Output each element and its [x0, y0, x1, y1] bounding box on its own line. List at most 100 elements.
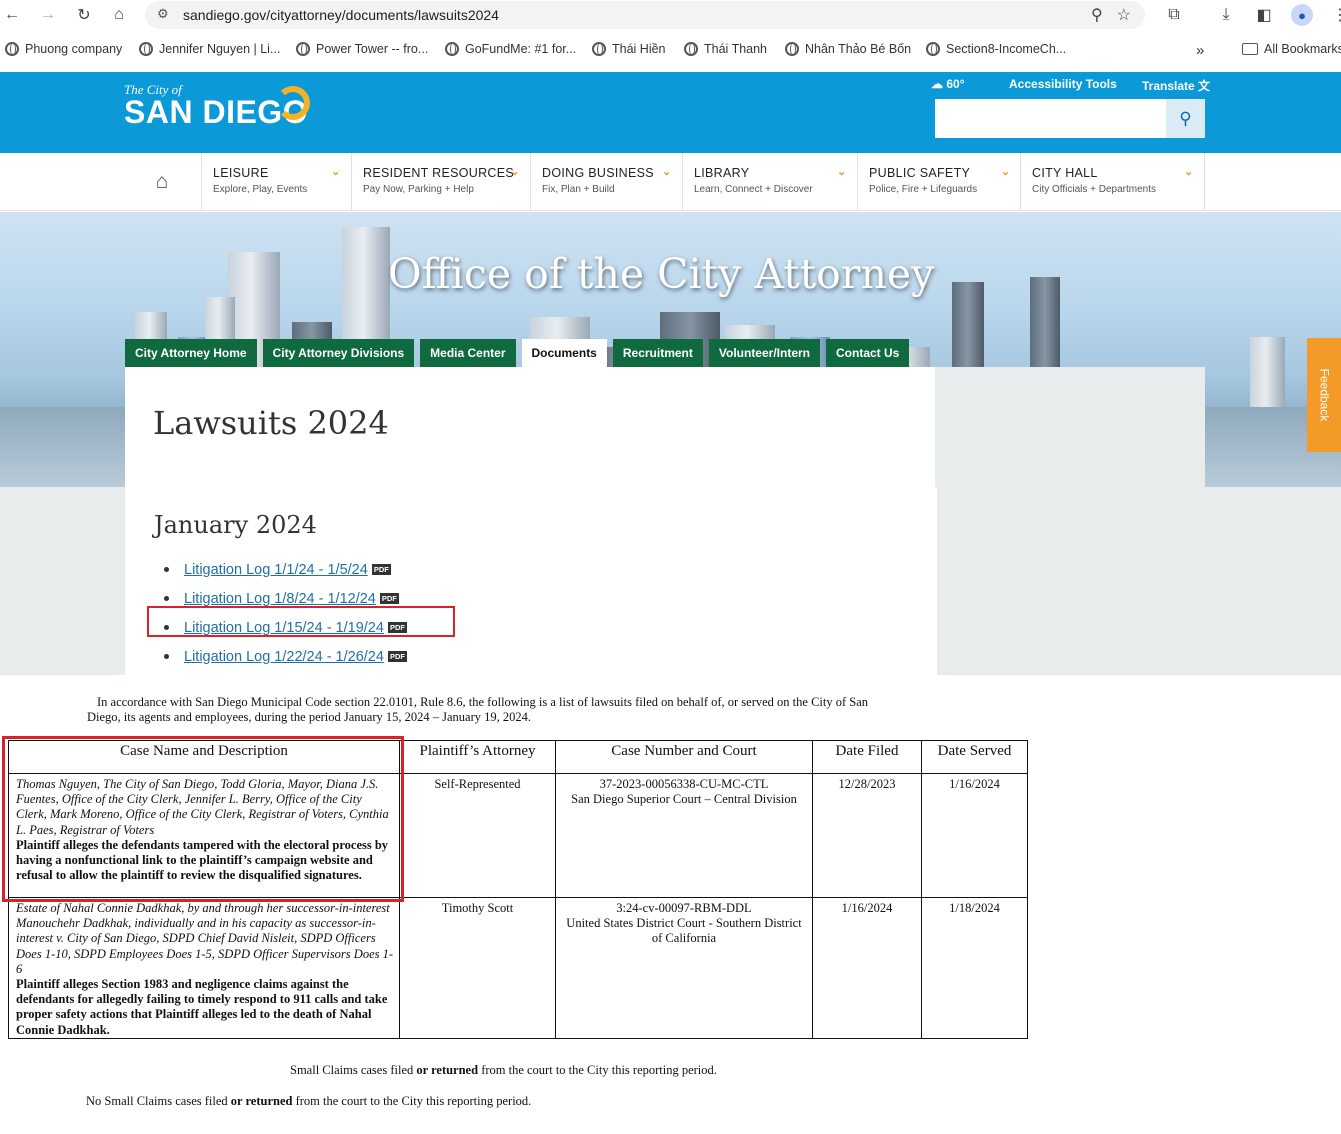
tab-volunteer-intern[interactable]: Volunteer/Intern [708, 339, 820, 367]
tab-city-attorney-divisions[interactable]: City Attorney Divisions [262, 339, 415, 367]
pdf-icon: PDF [371, 564, 391, 575]
nav-city-hall[interactable]: CITY HALL City Officials + Departments ⌄ [1020, 153, 1205, 211]
bookmark-star-icon[interactable]: ☆ [1117, 5, 1131, 25]
search-icon[interactable]: ⚲ [1166, 99, 1205, 138]
bookmark-item[interactable]: GoFundMe: #1 for... [445, 42, 576, 56]
nav-library[interactable]: LIBRARY Learn, Connect + Discover ⌄ [682, 153, 858, 211]
small-claims-note: Small Claims cases filed or returned fro… [290, 1063, 717, 1077]
table-row: Estate of Nahal Connie Dadkhak, by and t… [8, 897, 1028, 1039]
column-header: Plaintiff’s Attorney [399, 740, 556, 774]
case-name: Estate of Nahal Connie Dadkhak, by and t… [16, 901, 394, 976]
profile-icon[interactable]: ● [1290, 3, 1314, 27]
case-number: 3:24-cv-00097-RBM-DDL [616, 901, 752, 915]
date-filed-cell: 1/16/2024 [812, 897, 922, 1039]
globe-icon [592, 42, 606, 56]
intro-paragraph-line: Diego, its agents and employees, during … [87, 710, 532, 724]
section-heading: January 2024 [154, 511, 317, 539]
reload-icon[interactable]: ↻ [72, 3, 96, 27]
nav-leisure[interactable]: LEISURE Explore, Play, Events ⌄ [201, 153, 351, 211]
pdf-icon: PDF [387, 651, 407, 662]
date-served-cell: 1/16/2024 [921, 773, 1028, 898]
column-header: Case Number and Court [555, 740, 813, 774]
department-subnav: City Attorney Home City Attorney Divisio… [125, 339, 915, 367]
bookmark-item[interactable]: Nhân Thảo Bé Bốn [785, 42, 911, 56]
zoom-icon[interactable]: ⚲ [1091, 5, 1103, 25]
case-number-cell: 37-2023-00056338-CU-MC-CTL San Diego Sup… [555, 773, 813, 898]
bookmark-item[interactable]: Phuong company [5, 42, 122, 56]
chevron-down-icon: ⌄ [510, 166, 520, 178]
site-header: The City of SAN DIEGO ☁ 60° Accessibilit… [0, 72, 1341, 153]
site-search-input[interactable] [935, 99, 1167, 138]
case-number-cell: 3:24-cv-00097-RBM-DDL United States Dist… [555, 897, 813, 1039]
hero-title: Office of the City Attorney [388, 250, 935, 298]
tab-city-attorney-home[interactable]: City Attorney Home [125, 339, 257, 367]
litigation-log-link[interactable]: Litigation Log 1/22/24 - 1/26/24 [184, 649, 384, 665]
forward-icon[interactable]: → [36, 3, 60, 27]
downloads-icon[interactable]: ⤓ [1214, 3, 1238, 27]
extensions-icon[interactable]: ⧉ [1162, 3, 1186, 27]
all-bookmarks[interactable]: All Bookmarks [1242, 42, 1341, 56]
translate-link[interactable]: Translate 文 [1142, 77, 1210, 94]
court: United States District Court - Southern … [566, 916, 802, 946]
accessibility-tools-link[interactable]: Accessibility Tools [1009, 77, 1117, 91]
nav-public-safety[interactable]: PUBLIC SAFETY Police, Fire + Lifeguards … [857, 153, 1021, 211]
back-icon[interactable]: ← [0, 3, 24, 27]
translate-icon: 文 [1198, 79, 1211, 93]
site-info-icon[interactable]: ⚙ [157, 6, 169, 22]
globe-icon [139, 42, 153, 56]
page-title: Lawsuits 2024 [153, 404, 389, 442]
browser-toolbar: ← → ↻ ⌂ ⚙ sandiego.gov/cityattorney/docu… [0, 0, 1341, 30]
case-description: Plaintiff alleges Section 1983 and negli… [16, 977, 388, 1037]
side-panel-icon[interactable]: ◧ [1252, 3, 1276, 27]
globe-icon [445, 42, 459, 56]
highlight-box [147, 606, 455, 637]
nav-resident-resources[interactable]: RESIDENT RESOURCES Pay Now, Parking + He… [351, 153, 531, 211]
menu-icon[interactable]: ⋮ [1328, 3, 1341, 27]
list-item: Litigation Log 1/1/24 - 1/5/24 PDF [164, 555, 407, 584]
page-gutter-left [0, 487, 127, 675]
tab-recruitment[interactable]: Recruitment [612, 339, 703, 367]
home-nav-icon[interactable]: ⌂ [150, 170, 174, 194]
pdf-icon: PDF [379, 593, 399, 604]
nav-doing-business[interactable]: DOING BUSINESS Fix, Plan + Build ⌄ [530, 153, 682, 211]
no-small-claims-note: No Small Claims cases filed or returned … [86, 1094, 532, 1108]
bookmark-item[interactable]: Section8-IncomeCh... [926, 42, 1066, 56]
tab-media-center[interactable]: Media Center [420, 339, 516, 367]
litigation-log-link[interactable]: Litigation Log 1/8/24 - 1/12/24 [184, 591, 376, 607]
case-number: 37-2023-00056338-CU-MC-CTL [599, 777, 769, 791]
bookmark-item[interactable]: Thái Hiền [592, 42, 666, 56]
chevron-down-icon: ⌄ [837, 166, 847, 178]
date-served-cell: 1/18/2024 [921, 897, 1028, 1039]
main-nav: ⌂ LEISURE Explore, Play, Events ⌄ RESIDE… [0, 153, 1341, 211]
home-icon[interactable]: ⌂ [107, 3, 131, 27]
folder-icon [1242, 43, 1258, 55]
sun-logo-icon [276, 86, 310, 120]
attorney-cell: Timothy Scott [399, 897, 556, 1039]
case-cell: Estate of Nahal Connie Dadkhak, by and t… [8, 897, 400, 1039]
bookmarks-overflow[interactable]: » [1196, 42, 1204, 59]
bookmark-item[interactable]: Power Tower -- fro... [296, 42, 428, 56]
attorney-cell: Self-Represented [399, 773, 556, 898]
globe-icon [785, 42, 799, 56]
chevron-down-icon: ⌄ [662, 166, 672, 178]
bookmarks-bar: Phuong company Jennifer Nguyen | Li... P… [0, 36, 1341, 64]
address-url: sandiego.gov/cityattorney/documents/laws… [183, 7, 499, 23]
bookmark-item[interactable]: Jennifer Nguyen | Li... [139, 42, 280, 56]
highlight-box [2, 736, 404, 902]
bookmark-item[interactable]: Thái Thanh [684, 42, 767, 56]
chevron-down-icon: ⌄ [1184, 166, 1194, 178]
weather[interactable]: ☁ 60° [931, 77, 965, 91]
tab-documents[interactable]: Documents [521, 339, 607, 367]
globe-icon [684, 42, 698, 56]
chevron-down-icon: ⌄ [331, 166, 341, 178]
right-sidebar [935, 367, 1205, 487]
litigation-log-link[interactable]: Litigation Log 1/1/24 - 1/5/24 [184, 562, 368, 578]
intro-paragraph-line: In accordance with San Diego Municipal C… [97, 695, 869, 709]
skyline-building [1250, 337, 1285, 417]
tab-contact-us[interactable]: Contact Us [826, 339, 910, 367]
column-header: Date Filed [812, 740, 922, 774]
globe-icon [5, 42, 19, 56]
feedback-button[interactable]: Feedback [1307, 338, 1341, 452]
chevron-down-icon: ⌄ [1001, 166, 1011, 178]
address-bar[interactable]: ⚙ sandiego.gov/cityattorney/documents/la… [145, 1, 1145, 29]
